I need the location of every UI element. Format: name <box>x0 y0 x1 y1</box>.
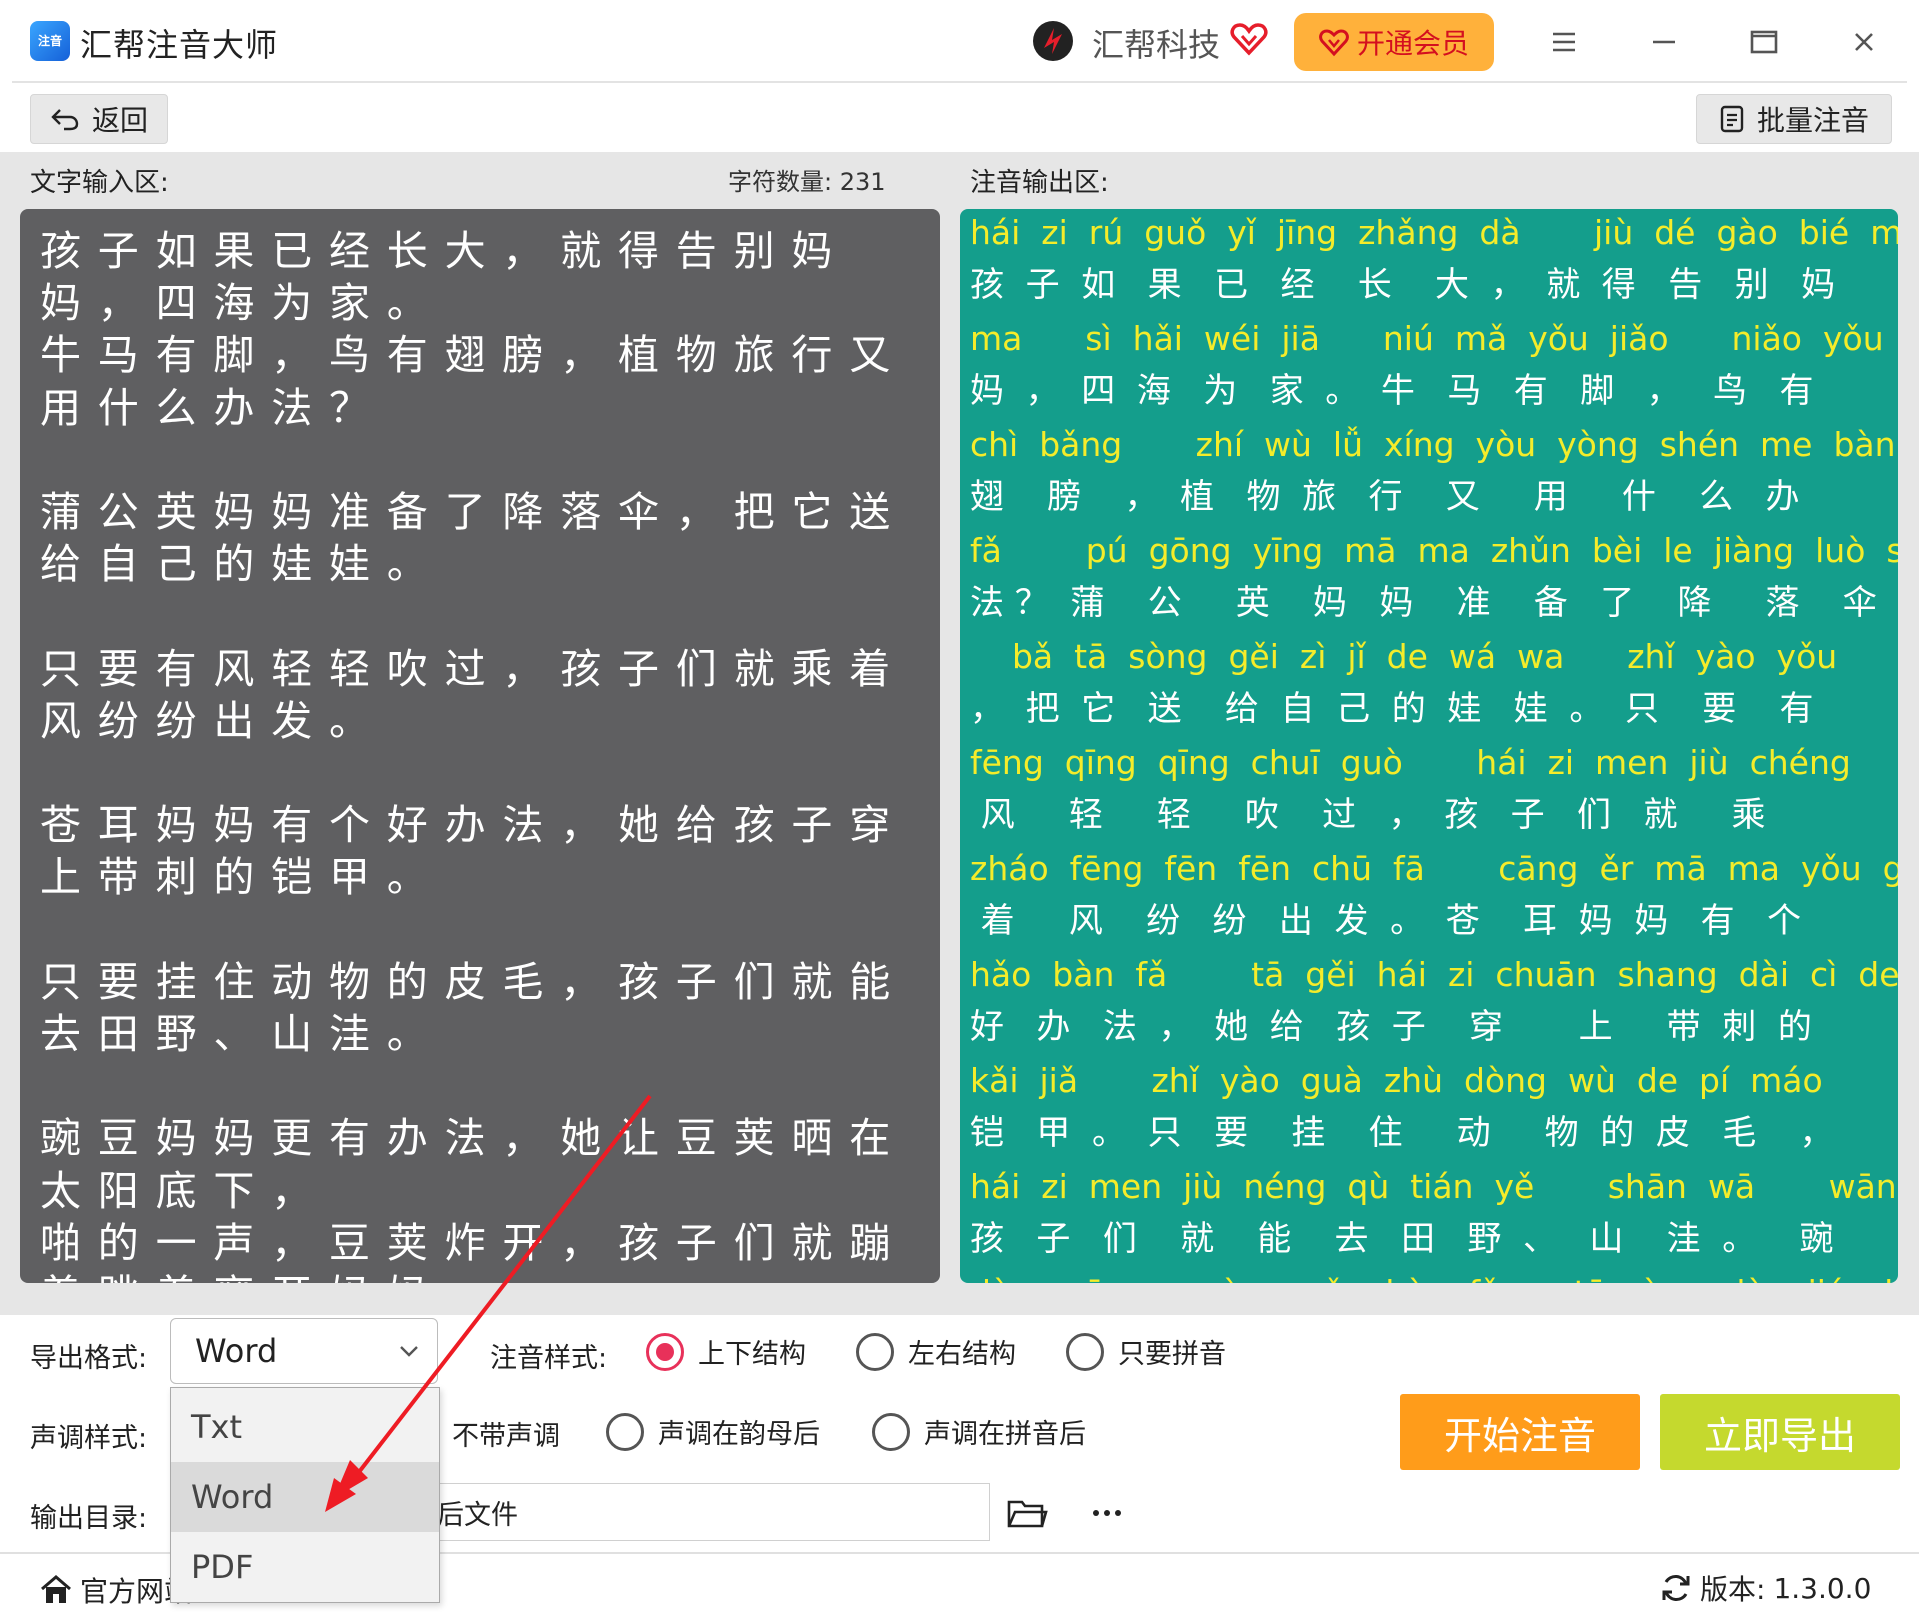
dropdown-option-txt[interactable]: Txt <box>171 1392 439 1462</box>
version-value: 1.3.0.0 <box>1773 1571 1872 1605</box>
pinyin-line: zháo fēng fēn fēn chū fā cāng ěr mā ma y… <box>970 849 1898 888</box>
version-info: 版本: 1.3.0.0 <box>1660 1568 1871 1608</box>
output-area-label: 注音输出区: <box>970 168 1109 198</box>
pinyin-line: bǎ tā sòng gěi zì jǐ de wá wa zhǐ yào yǒ… <box>970 637 1838 676</box>
dropdown-option-pdf[interactable]: PDF <box>171 1532 439 1602</box>
pinyin-output-area[interactable]: hái zi rú guǒ yǐ jīng zhǎng dà jiù dé gà… <box>960 209 1898 1283</box>
hanzi-line: 孩 子 如 果 已 经 长 大 ， 就 得 告 别 妈 <box>970 265 1836 305</box>
tone-option-label: 声调在拼音后 <box>924 1419 1086 1450</box>
export-format-select[interactable]: Word <box>170 1318 438 1384</box>
radio-icon <box>606 1412 644 1451</box>
minimize-icon[interactable] <box>1642 20 1686 64</box>
tone-option-label: 声调在韵母后 <box>658 1419 820 1450</box>
hanzi-line: 好 办 法 ， 她 给 孩 子 穿 上 带 刺 的 <box>970 1007 1812 1047</box>
home-icon <box>41 1575 71 1603</box>
menu-icon[interactable] <box>1542 20 1586 64</box>
pinyin-line: fēng qīng qīng chuī guò hái zi men jiù c… <box>970 743 1851 782</box>
export-format-label: 导出格式: <box>30 1343 148 1374</box>
vip-button[interactable]: 开通会员 <box>1294 13 1494 71</box>
char-count: 字符数量: 231 <box>728 168 886 196</box>
maximize-icon[interactable] <box>1742 20 1786 64</box>
output-dir-label: 输出目录: <box>30 1503 148 1534</box>
tone-option-label: 不带声调 <box>452 1421 560 1452</box>
style-option-label: 只要拼音 <box>1118 1339 1226 1370</box>
more-icon[interactable] <box>1090 1498 1124 1528</box>
title-divider <box>12 81 1907 83</box>
style-option-vertical[interactable]: 上下结构 <box>646 1332 806 1371</box>
app-window: 注音 汇帮注音大师 汇帮科技 开通会员 返回 批量注音 文字输入区: 字符数量:… <box>0 0 1919 1619</box>
brand-logo-icon <box>1033 21 1073 61</box>
toolbar: 返回 批量注音 <box>0 84 1919 152</box>
app-title: 汇帮注音大师 <box>80 26 279 64</box>
dropdown-option-word[interactable]: Word <box>171 1462 439 1532</box>
style-option-label: 左右结构 <box>908 1339 1016 1370</box>
start-annotate-button[interactable]: 开始注音 <box>1400 1394 1640 1470</box>
title-bar: 注音 汇帮注音大师 汇帮科技 开通会员 <box>0 0 1919 82</box>
pinyin-line: hái zi rú guǒ yǐ jīng zhǎng dà jiù dé gà… <box>970 213 1898 252</box>
hanzi-line: 铠 甲 。 只 要 挂 住 动 物 的 皮 毛 ， <box>970 1113 1834 1153</box>
export-now-button[interactable]: 立即导出 <box>1660 1394 1900 1470</box>
pinyin-line: dòu mā ma gèng yǒu bàn fǎ tā ràng dòu ji… <box>970 1273 1898 1283</box>
radio-icon <box>1066 1332 1104 1371</box>
batch-label: 批量注音 <box>1756 104 1869 137</box>
vip-label: 开通会员 <box>1356 27 1469 60</box>
content-area: 文字输入区: 字符数量: 231 注音输出区: 孩子如果已经长大，就得告别妈妈，… <box>0 152 1919 1315</box>
pinyin-line: hǎo bàn fǎ tā gěi hái zi chuān shang dài… <box>970 955 1898 994</box>
refresh-icon[interactable] <box>1660 1572 1692 1604</box>
hanzi-line: 着 风 纷 纷 出 发 。 苍 耳 妈 妈 有 个 <box>970 901 1802 941</box>
close-icon[interactable] <box>1842 20 1886 64</box>
input-area-label: 文字输入区: <box>30 168 169 198</box>
pinyin-line: ma sì hǎi wéi jiā niú mǎ yǒu jiǎo niǎo y… <box>970 319 1884 358</box>
back-label: 返回 <box>91 104 148 137</box>
input-text[interactable]: 孩子如果已经长大，就得告别妈妈，四海为家。 牛马有脚，鸟有翅膀，植物旅行又用什么… <box>40 225 918 1283</box>
radio-selected-icon <box>646 1332 684 1371</box>
text-input-area[interactable]: 孩子如果已经长大，就得告别妈妈，四海为家。 牛马有脚，鸟有翅膀，植物旅行又用什么… <box>20 209 940 1283</box>
hanzi-line: ， 把 它 送 给 自 己 的 娃 娃 。 只 要 有 <box>970 689 1814 729</box>
hanzi-line: 翅 膀 ， 植 物 旅 行 又 用 什 么 办 <box>970 477 1800 517</box>
pinyin-line: hái zi men jiù néng qù tián yě shān wā w… <box>970 1167 1897 1206</box>
radio-icon <box>872 1412 910 1451</box>
batch-annotate-button[interactable]: 批量注音 <box>1696 94 1892 144</box>
hanzi-line: 妈 ， 四 海 为 家 。 牛 马 有 脚 ， 鸟 有 <box>970 371 1814 411</box>
pinyin-line: fǎ pú gōng yīng mā ma zhǔn bèi le jiàng … <box>970 531 1898 570</box>
vip-heart-icon <box>1319 29 1349 57</box>
style-option-horizontal[interactable]: 左右结构 <box>856 1332 1016 1371</box>
tone-style-label: 声调样式: <box>30 1423 148 1454</box>
pinyin-line: kǎi jiǎ zhǐ yào guà zhù dòng wù de pí má… <box>970 1061 1823 1100</box>
chevron-down-icon <box>400 1346 418 1357</box>
tone-option-after-final[interactable]: 声调在韵母后 <box>606 1412 820 1451</box>
tone-option-after-pinyin[interactable]: 声调在拼音后 <box>872 1412 1086 1451</box>
hanzi-line: 风 轻 轻 吹 过 ， 孩 子 们 就 乘 <box>970 795 1766 835</box>
output-dir-input[interactable]: 后文件 <box>430 1483 990 1541</box>
export-format-dropdown: Txt Word PDF <box>170 1387 440 1603</box>
folder-open-icon[interactable] <box>1006 1494 1048 1532</box>
hanzi-line: 法 ？ 蒲 公 英 妈 妈 准 备 了 降 落 伞 <box>970 583 1877 623</box>
brand-name: 汇帮科技 <box>1092 26 1221 64</box>
radio-icon <box>856 1332 894 1371</box>
app-logo-icon: 注音 <box>30 21 70 61</box>
back-button[interactable]: 返回 <box>30 94 168 144</box>
heart-icon[interactable] <box>1230 20 1268 58</box>
style-option-label: 上下结构 <box>698 1339 806 1370</box>
annotation-style-label: 注音样式: <box>490 1343 608 1374</box>
export-format-value: Word <box>195 1332 278 1370</box>
version-label: 版本: <box>1700 1573 1766 1606</box>
tone-option-none[interactable]: 不带声调 <box>452 1414 560 1453</box>
output-dir-value: 后文件 <box>437 1499 518 1531</box>
pinyin-line: chì bǎng zhí wù lǚ xíng yòu yòng shén me… <box>970 425 1896 464</box>
back-arrow-icon <box>51 109 79 131</box>
style-option-pinyin-only[interactable]: 只要拼音 <box>1066 1332 1226 1371</box>
document-icon <box>1720 105 1744 133</box>
hanzi-line: 孩 子 们 就 能 去 田 野 、 山 洼 。 豌 <box>970 1219 1834 1259</box>
